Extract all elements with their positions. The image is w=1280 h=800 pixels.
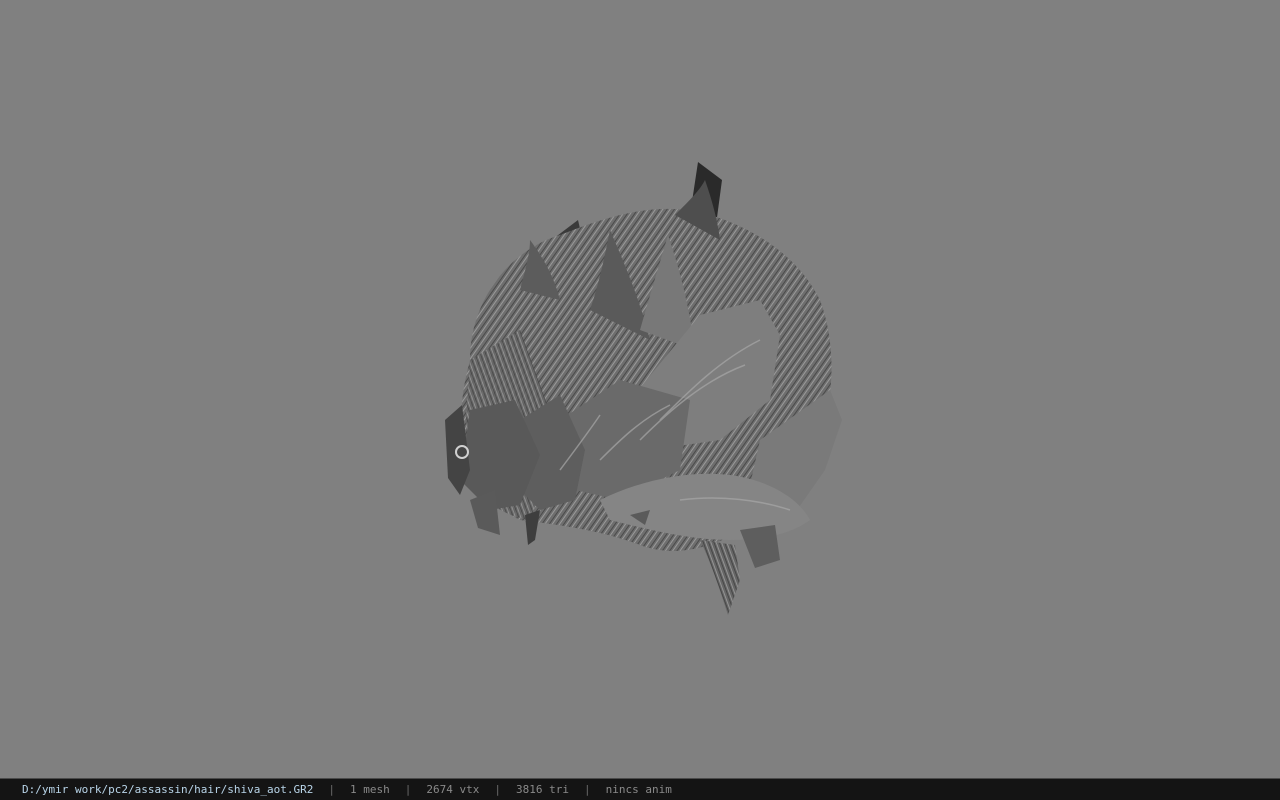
- vertex-count: 2674 vtx: [426, 783, 480, 796]
- separator: |: [584, 783, 591, 796]
- hair-dangle-mid: [525, 510, 540, 545]
- status-bar: D:/ymir work/pc2/assassin/hair/shiva_aot…: [0, 778, 1280, 800]
- hair-dangle-left2: [470, 490, 500, 535]
- hair-dangle-right: [700, 540, 740, 615]
- triangle-count: 3816 tri: [516, 783, 569, 796]
- 3d-viewport[interactable]: [0, 0, 1280, 778]
- hair-model-render: [445, 162, 842, 615]
- mesh-count: 1 mesh: [350, 783, 390, 796]
- file-path: D:/ymir work/pc2/assassin/hair/shiva_aot…: [22, 783, 314, 796]
- separator: |: [404, 783, 412, 796]
- separator: |: [494, 783, 502, 796]
- separator: |: [328, 783, 336, 796]
- animation-info: nincs anim: [605, 783, 672, 796]
- hair-dangle-right2: [740, 525, 780, 568]
